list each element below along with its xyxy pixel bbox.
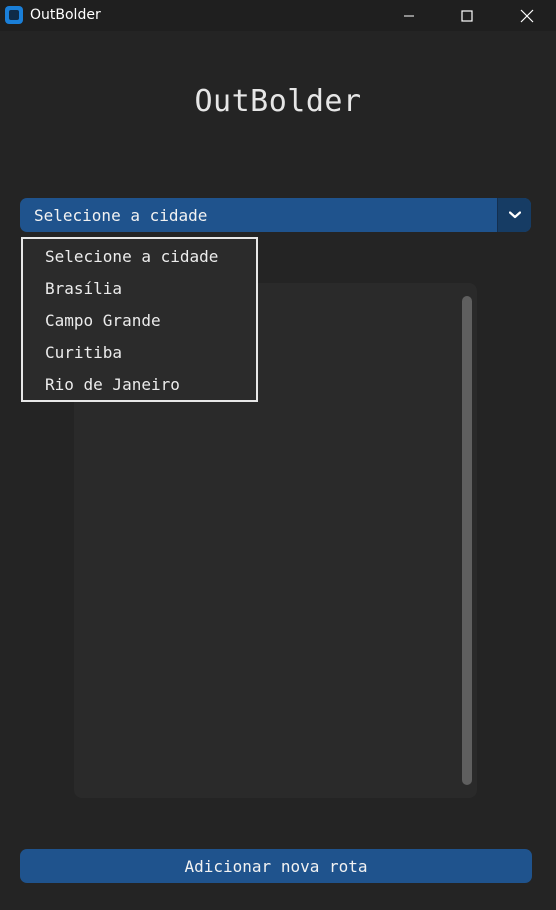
minimize-icon	[404, 15, 414, 16]
city-select[interactable]: Selecione a cidade	[20, 198, 531, 232]
city-option[interactable]: Selecione a cidade	[45, 247, 218, 266]
city-select-dropdown-button[interactable]	[497, 198, 531, 232]
title-bar: OutBolder	[0, 0, 556, 31]
city-option[interactable]: Curitiba	[45, 343, 122, 362]
city-dropdown-menu: Selecione a cidade Brasília Campo Grande…	[21, 237, 258, 402]
add-route-button[interactable]: Adicionar nova rota	[20, 849, 532, 883]
maximize-button[interactable]	[444, 0, 490, 31]
city-option[interactable]: Campo Grande	[45, 311, 161, 330]
window-title: OutBolder	[30, 7, 101, 23]
app-icon	[5, 6, 23, 24]
city-option[interactable]: Brasília	[45, 279, 122, 298]
close-icon	[520, 9, 534, 22]
city-select-value: Selecione a cidade	[34, 206, 208, 225]
chevron-down-icon	[508, 211, 521, 219]
routes-list-scrollbar[interactable]	[462, 296, 472, 785]
page-title: OutBolder	[194, 84, 362, 119]
close-button[interactable]	[504, 0, 550, 31]
app-window: OutBolder OutBolder Selecione a cidade S…	[0, 0, 556, 910]
city-option[interactable]: Rio de Janeiro	[45, 375, 180, 394]
maximize-icon	[461, 9, 473, 22]
minimize-button[interactable]	[386, 0, 432, 31]
